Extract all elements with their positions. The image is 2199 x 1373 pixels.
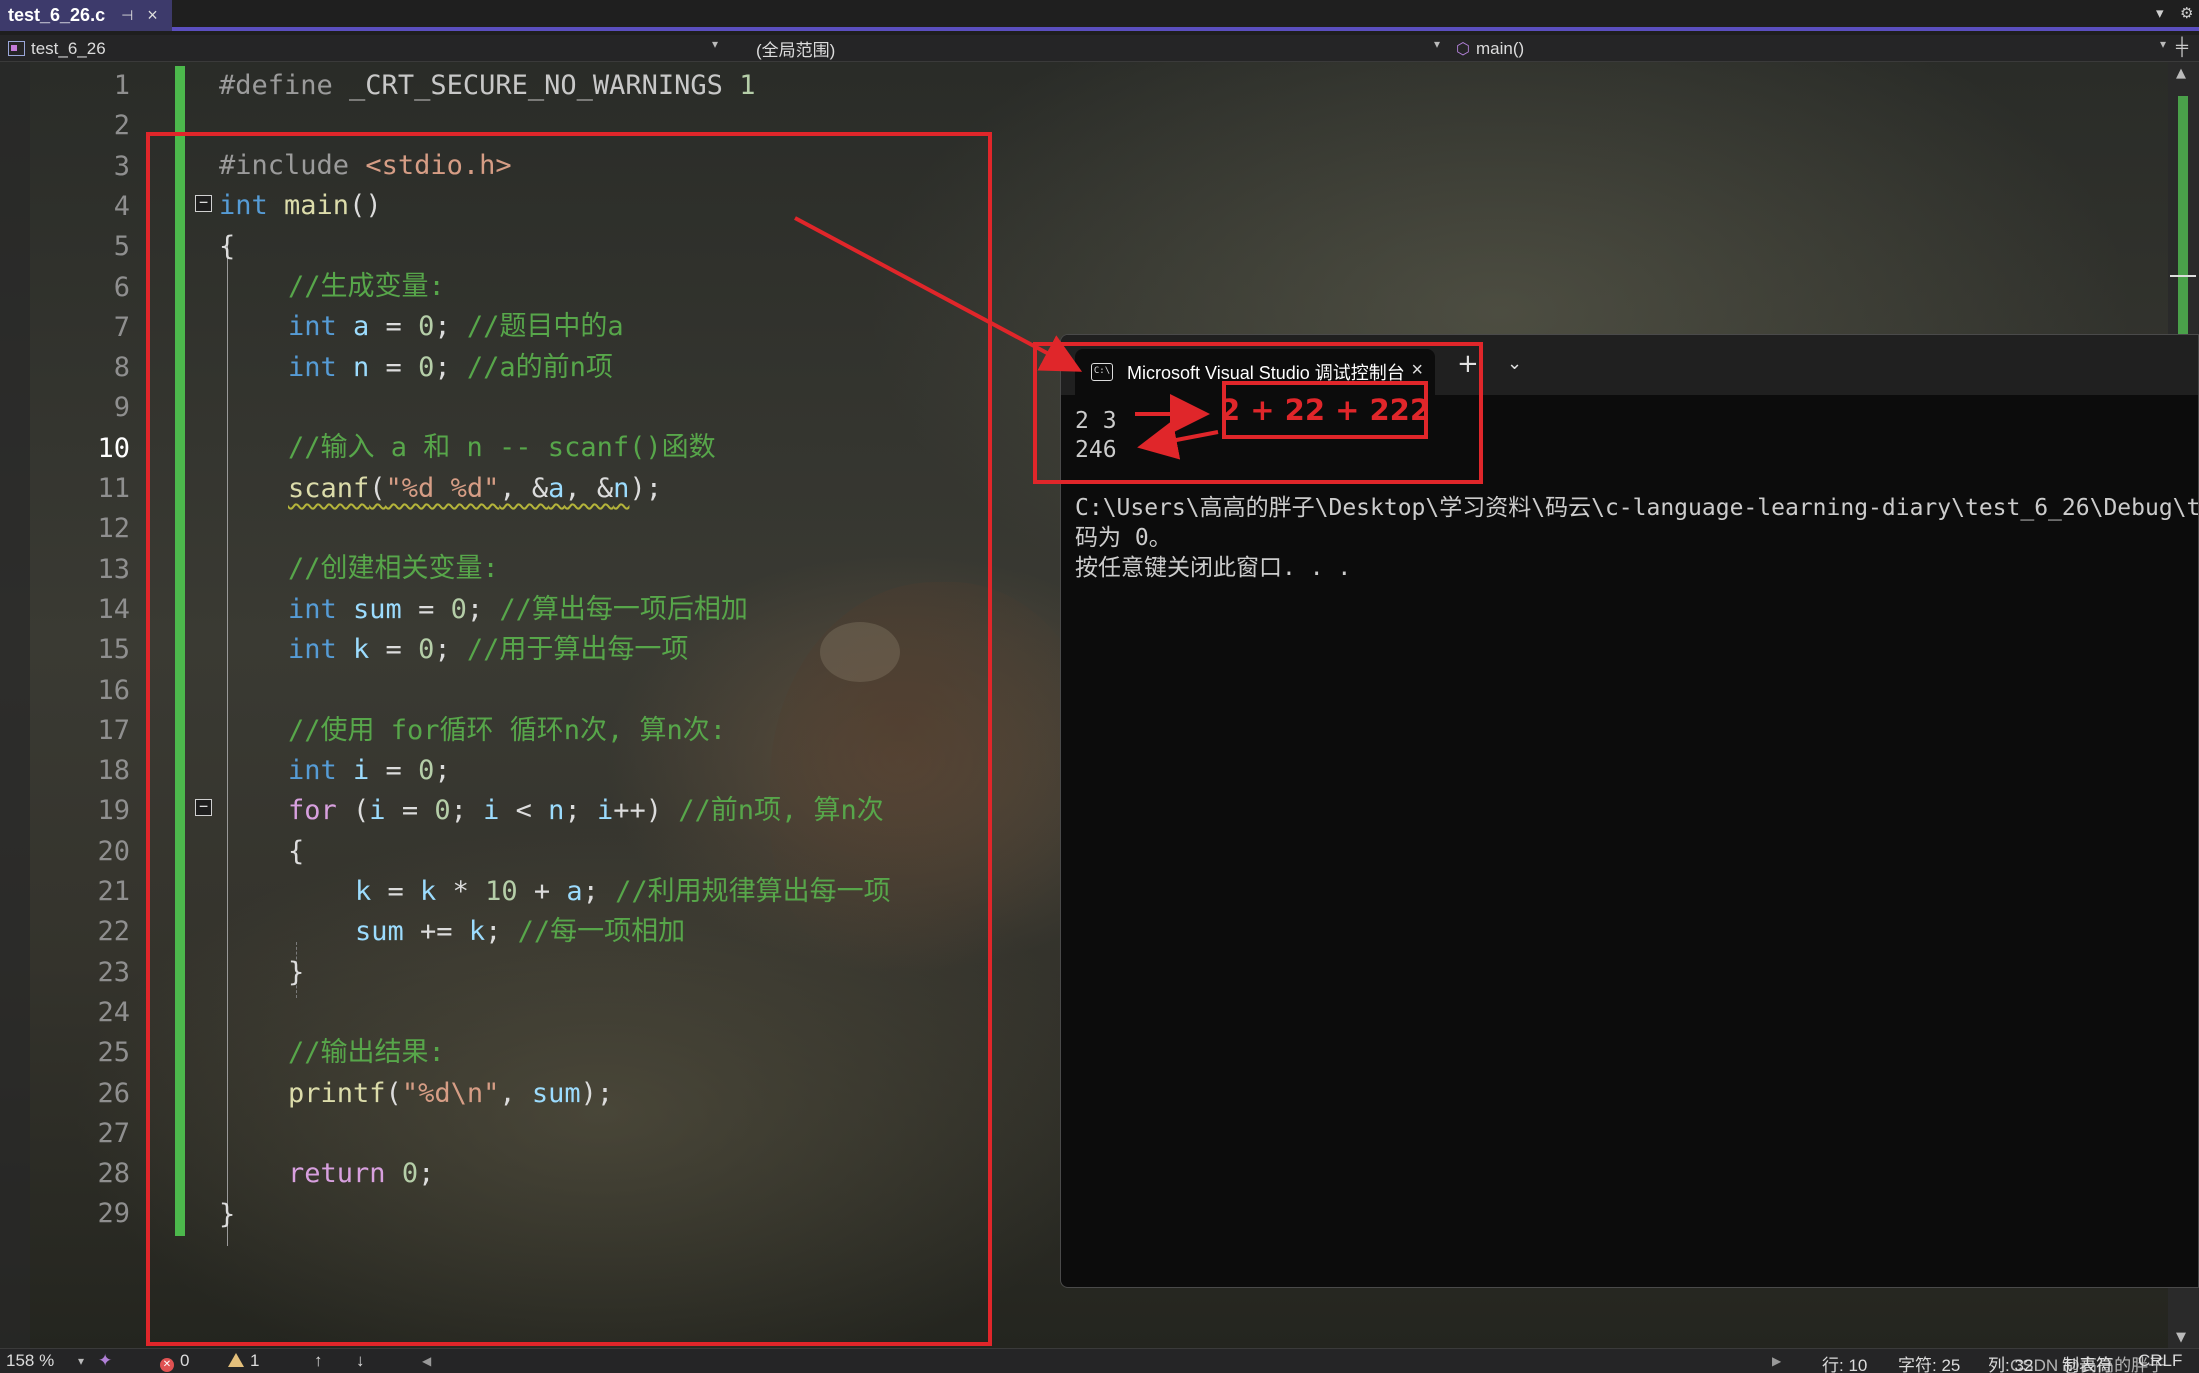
macro-name: _CRT_SECURE_NO_WARNINGS bbox=[349, 70, 739, 101]
scope-dropdown[interactable]: (全局范围) ▾ bbox=[726, 35, 1446, 62]
line-number: 13 bbox=[30, 550, 130, 590]
line-number: 17 bbox=[30, 711, 130, 751]
previous-issue-icon[interactable]: ↑ bbox=[314, 1351, 323, 1371]
scroll-down-icon[interactable]: ▼ bbox=[2176, 1330, 2186, 1345]
number-literal: 1 bbox=[739, 70, 755, 101]
caret-position-marker bbox=[2170, 275, 2196, 277]
chevron-down-icon: ▾ bbox=[712, 37, 718, 51]
console-process-exit-line: C:\Users\高高的胖子\Desktop\学习资料\码云\c-languag… bbox=[1075, 493, 2199, 523]
line-number: 26 bbox=[30, 1074, 130, 1114]
line-number: 11 bbox=[30, 469, 130, 509]
warning-icon bbox=[228, 1353, 244, 1367]
sum-explanation-annotation: 2 + 22 + 222 bbox=[1222, 381, 1428, 439]
line-number: 9 bbox=[30, 388, 130, 428]
line-number: 6 bbox=[30, 268, 130, 308]
tab-list-dropdown-icon[interactable]: ▾ bbox=[2156, 4, 2164, 22]
project-label: test_6_26 bbox=[31, 39, 106, 59]
tab-title: test_6_26.c bbox=[8, 5, 105, 26]
scroll-up-icon[interactable]: ▲ bbox=[2176, 66, 2186, 81]
zoom-level[interactable]: 158 % bbox=[6, 1351, 54, 1371]
warning-count[interactable]: 1 bbox=[228, 1351, 259, 1371]
status-bar: 158 % ▾ ✦ ✕0 1 ↑ ↓ ◀ ▶ 行: 10 字符: 25 列: 3… bbox=[0, 1348, 2199, 1373]
error-icon: ✕ bbox=[160, 1358, 174, 1372]
navigation-bar: test_6_26 ▾ (全局范围) ▾ ⬡ main() ▾ ╪ bbox=[0, 35, 2199, 62]
line-number: 23 bbox=[30, 953, 130, 993]
next-issue-icon[interactable]: ↓ bbox=[356, 1351, 365, 1371]
tab-test-6-26-c[interactable]: test_6_26.c ⊣ × bbox=[0, 0, 172, 31]
code-cleanup-icon[interactable]: ✦ bbox=[98, 1351, 112, 1371]
csdn-watermark: CSDN @高高的胖子 bbox=[2010, 1351, 2165, 1373]
project-dropdown[interactable]: test_6_26 ▾ bbox=[0, 35, 724, 62]
code-highlight-box bbox=[146, 132, 992, 1346]
line-number: 3 bbox=[30, 147, 130, 187]
line-number: 4 bbox=[30, 187, 130, 227]
pin-icon[interactable]: ⊣ bbox=[121, 7, 133, 24]
scope-label: (全局范围) bbox=[756, 36, 835, 61]
project-icon bbox=[8, 41, 25, 56]
scroll-right-icon[interactable]: ▶ bbox=[1772, 1354, 1781, 1368]
line-indicator[interactable]: 行: 10 bbox=[1822, 1351, 1867, 1373]
line-number: 1 bbox=[30, 66, 130, 106]
line-number: 21 bbox=[30, 872, 130, 912]
scroll-left-icon[interactable]: ◀ bbox=[422, 1354, 431, 1368]
line-number: 12 bbox=[30, 509, 130, 549]
method-cube-icon: ⬡ bbox=[1456, 39, 1470, 59]
line-number: 20 bbox=[30, 832, 130, 872]
char-indicator[interactable]: 字符: 25 bbox=[1898, 1351, 1960, 1373]
close-tab-icon[interactable]: × bbox=[147, 5, 158, 26]
line-number: 19 bbox=[30, 791, 130, 831]
line-number: 15 bbox=[30, 630, 130, 670]
warning-count-value: 1 bbox=[250, 1351, 259, 1370]
document-tab-bar: test_6_26.c ⊣ × ▾ ⚙ bbox=[0, 0, 2199, 31]
line-number: 24 bbox=[30, 993, 130, 1033]
line-number: 7 bbox=[30, 308, 130, 348]
line-number: 22 bbox=[30, 912, 130, 952]
line-number: 14 bbox=[30, 590, 130, 630]
line-number: 29 bbox=[30, 1194, 130, 1234]
gear-icon[interactable]: ⚙ bbox=[2180, 4, 2193, 22]
line-number: 28 bbox=[30, 1154, 130, 1194]
chevron-down-icon[interactable]: ⌄ bbox=[1507, 353, 1522, 374]
error-count-value: 0 bbox=[180, 1351, 189, 1370]
member-dropdown[interactable]: ⬡ main() ▾ bbox=[1450, 35, 2172, 62]
zoom-dropdown-icon[interactable]: ▾ bbox=[78, 1354, 84, 1368]
directive: #define bbox=[219, 70, 349, 101]
line-number: 16 bbox=[30, 671, 130, 711]
line-number: 2 bbox=[30, 106, 130, 146]
code-line-1: #define _CRT_SECURE_NO_WARNINGS 1 bbox=[219, 66, 755, 106]
console-exit-code-line: 码为 0。 bbox=[1075, 523, 1172, 553]
line-number: 5 bbox=[30, 227, 130, 267]
line-number: 27 bbox=[30, 1114, 130, 1154]
line-number: 25 bbox=[30, 1033, 130, 1073]
split-editor-icon[interactable]: ╪ bbox=[2176, 37, 2188, 57]
line-number: 18 bbox=[30, 751, 130, 791]
chevron-down-icon: ▾ bbox=[2160, 37, 2166, 51]
console-close-prompt: 按任意键关闭此窗口. . . bbox=[1075, 553, 1351, 583]
error-count[interactable]: ✕0 bbox=[160, 1351, 189, 1372]
member-label: main() bbox=[1476, 39, 1524, 59]
line-number: 10 bbox=[30, 429, 130, 469]
line-number: 8 bbox=[30, 348, 130, 388]
selection-margin bbox=[0, 62, 30, 1348]
chevron-down-icon: ▾ bbox=[1434, 37, 1440, 51]
